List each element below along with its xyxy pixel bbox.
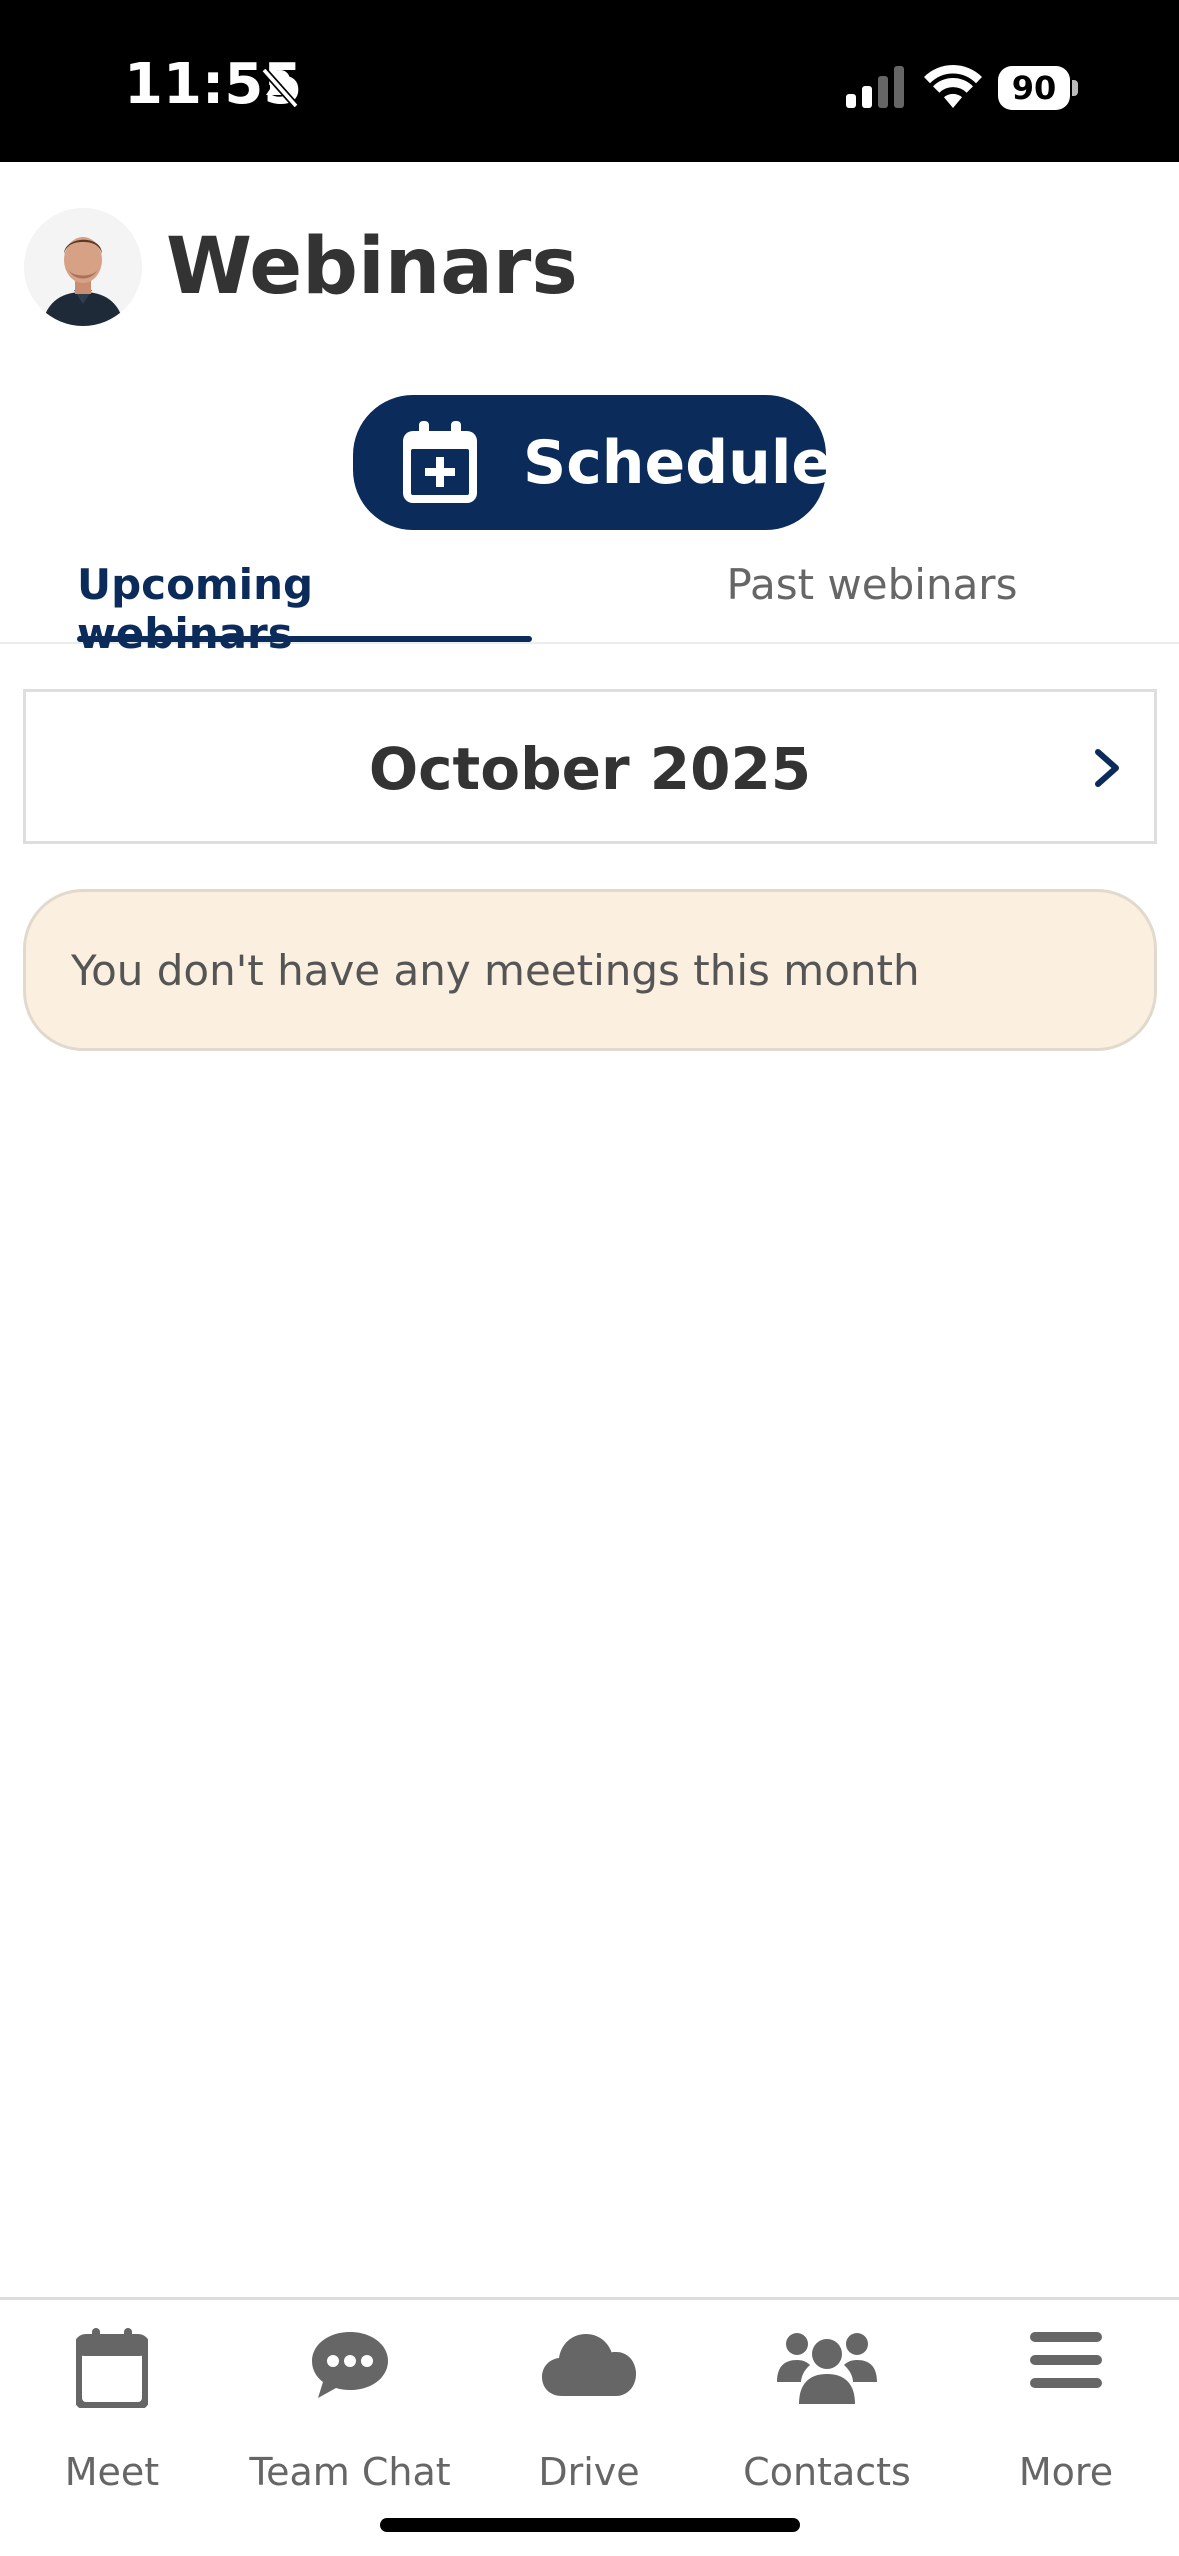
calendar-add-icon (403, 421, 477, 503)
month-selector[interactable]: October 2025 (23, 689, 1157, 844)
home-indicator[interactable] (380, 2518, 800, 2532)
schedule-button-label: Schedule (523, 428, 833, 498)
menu-icon (1030, 2332, 1102, 2388)
active-tab-indicator (77, 636, 532, 642)
month-label: October 2025 (368, 735, 812, 803)
status-bar: 11:55 90 (0, 0, 1179, 162)
nav-item-drive[interactable]: Drive (479, 2300, 699, 2494)
tab-past-webinars[interactable]: Past webinars (662, 548, 1082, 644)
bell-muted-icon (261, 67, 299, 109)
nav-item-meet[interactable]: Meet (2, 2300, 222, 2494)
people-icon (777, 2333, 877, 2404)
nav-label-meet: Meet (64, 2450, 160, 2494)
tab-upcoming-webinars[interactable]: Upcoming webinars (77, 548, 532, 658)
chat-icon (312, 2332, 388, 2398)
cloud-icon (542, 2334, 636, 2396)
nav-label-team-chat: Team Chat (249, 2450, 451, 2494)
empty-meetings-notice: You don't have any meetings this month (23, 889, 1157, 1051)
webinars-screen: 11:55 90 Webinars Schedule Upcoming webi… (0, 0, 1179, 2556)
nav-label-more: More (1018, 2450, 1114, 2494)
chevron-right-icon[interactable] (1092, 748, 1122, 788)
cellular-signal-icon (846, 66, 904, 108)
nav-label-contacts: Contacts (743, 2450, 911, 2494)
page-title: Webinars (166, 222, 578, 312)
nav-item-more[interactable]: More (956, 2300, 1176, 2494)
battery-indicator: 90 (998, 66, 1078, 110)
calendar-icon (76, 2328, 148, 2408)
empty-notice-text: You don't have any meetings this month (71, 946, 920, 995)
schedule-button[interactable]: Schedule (353, 395, 832, 530)
battery-tip (1072, 80, 1078, 96)
nav-label-drive: Drive (538, 2450, 640, 2494)
nav-item-contacts[interactable]: Contacts (717, 2300, 937, 2494)
avatar[interactable] (24, 208, 142, 326)
battery-level: 90 (998, 66, 1070, 110)
nav-item-team-chat[interactable]: Team Chat (240, 2300, 460, 2494)
wifi-icon (924, 64, 982, 108)
webinar-tabs: Upcoming webinars Past webinars (0, 548, 1179, 658)
user-avatar-image (24, 208, 142, 326)
